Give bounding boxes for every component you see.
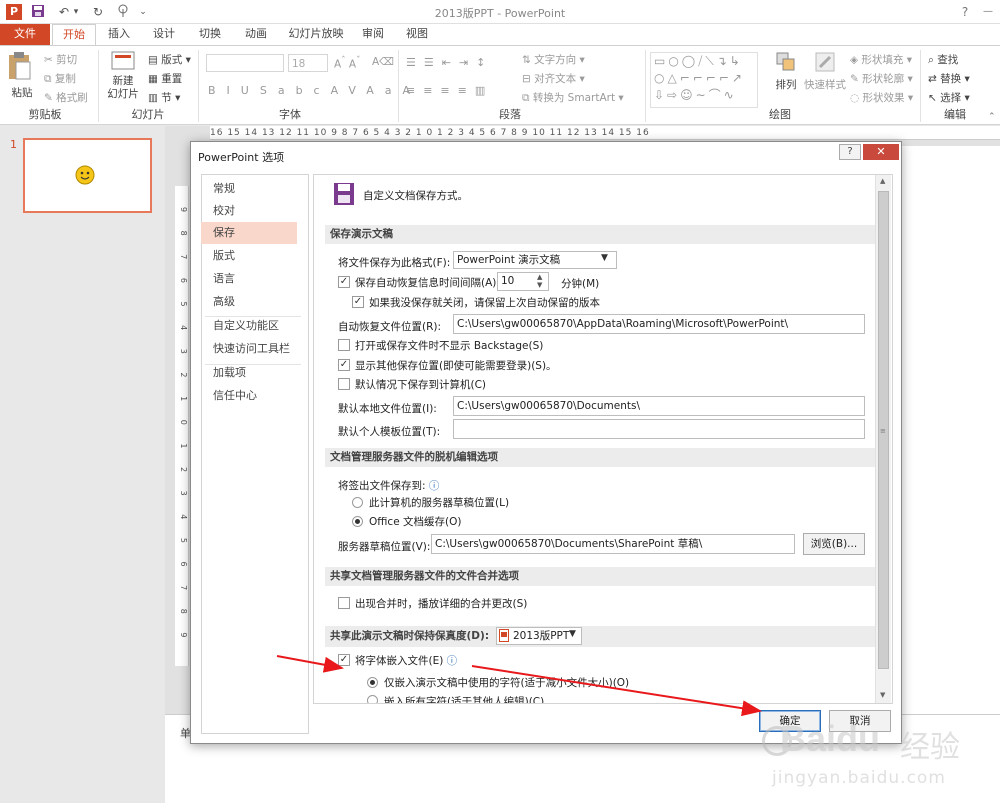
arrow-to-embed-fonts	[276, 655, 344, 673]
annotation-arrows	[276, 655, 762, 717]
watermark-brand-cn: 经验	[900, 730, 960, 765]
watermark-url: jingyan.baidu.com	[772, 768, 946, 788]
arrow-to-ok-button	[471, 665, 762, 717]
baidu-watermark: Baidu 经验 jingyan.baidu.com	[762, 716, 992, 796]
watermark-brand: Baidu	[780, 718, 881, 759]
